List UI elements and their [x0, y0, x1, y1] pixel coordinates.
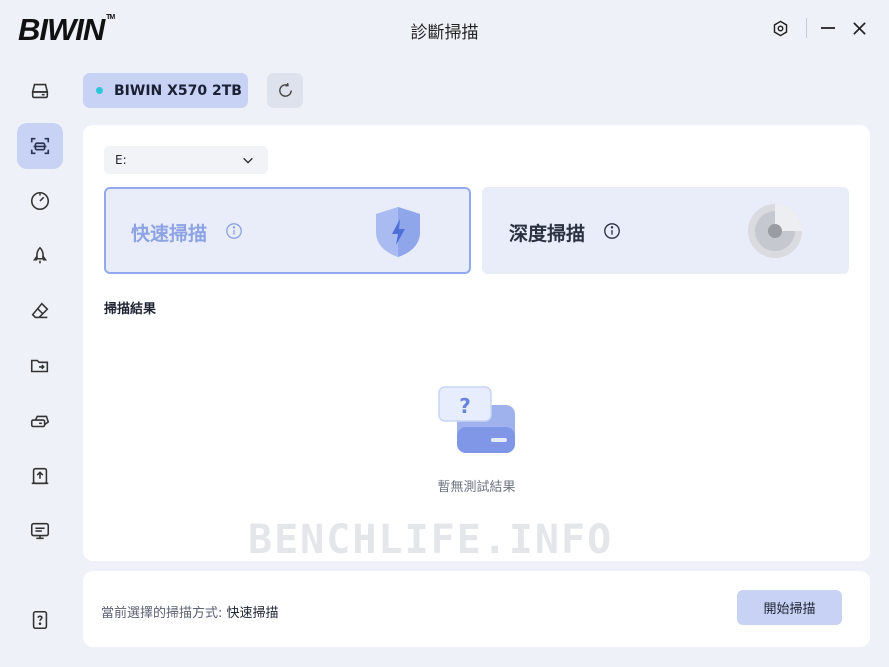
- start-scan-button[interactable]: 開始掃描: [737, 590, 842, 625]
- help-icon: [32, 610, 48, 630]
- sidebar-item-optimize[interactable]: [17, 233, 63, 279]
- device-selector[interactable]: BIWIN X570 2TB: [83, 73, 248, 108]
- current-mode-text: 當前選擇的掃描方式: 快速掃描: [101, 602, 279, 621]
- deep-scan-card[interactable]: 深度掃描: [482, 187, 849, 274]
- gear-icon[interactable]: [768, 16, 792, 40]
- sidebar-item-migrate[interactable]: [17, 343, 63, 389]
- sidebar-item-help[interactable]: [17, 597, 63, 643]
- window-controls-divider: [806, 18, 807, 38]
- sidebar: [0, 56, 80, 667]
- current-mode-label: 當前選擇的掃描方式:: [101, 606, 227, 621]
- shield-lightning-icon: [376, 207, 420, 257]
- title-bar: BIWIN TM 診斷掃描: [0, 0, 889, 56]
- drive-select-value: E:: [115, 153, 127, 167]
- scan-panel: E: 快速掃描 深度掃描 掃描結果 ? 暫無測試結果 BENCHLIFE.INF…: [83, 125, 870, 563]
- svg-text:?: ?: [459, 394, 471, 418]
- minimize-icon[interactable]: [816, 16, 840, 40]
- sidebar-item-firmware[interactable]: [17, 453, 63, 499]
- current-mode-value: 快速掃描: [226, 606, 279, 621]
- speedometer-icon: [30, 191, 50, 211]
- info-icon[interactable]: [225, 222, 243, 240]
- device-status-dot: [96, 87, 103, 94]
- empty-drive-question-icon: ?: [438, 386, 515, 453]
- device-name: BIWIN X570 2TB: [114, 82, 242, 99]
- empty-results-text: 暫無測試結果: [437, 480, 516, 495]
- quick-scan-card[interactable]: 快速掃描: [104, 187, 471, 274]
- radar-disc-icon: [748, 204, 802, 258]
- window-title: 診斷掃描: [410, 23, 479, 43]
- sidebar-item-scan[interactable]: [17, 123, 63, 169]
- monitor-info-icon: [30, 522, 50, 540]
- watermark: BENCHLIFE.INFO: [248, 517, 614, 563]
- footer-bar: 當前選擇的掃描方式: 快速掃描 開始掃描: [83, 571, 870, 647]
- drive-select[interactable]: E:: [104, 146, 268, 174]
- drive-clone-icon: [30, 415, 50, 428]
- quick-scan-label: 快速掃描: [131, 223, 208, 245]
- sidebar-item-drive[interactable]: [17, 68, 63, 114]
- sidebar-item-benchmark[interactable]: [17, 178, 63, 224]
- info-icon[interactable]: [603, 222, 621, 240]
- eraser-icon: [31, 302, 49, 319]
- chevron-down-icon: [243, 157, 253, 164]
- refresh-icon: [278, 82, 292, 97]
- sidebar-item-clone[interactable]: [17, 398, 63, 444]
- folder-transfer-icon: [30, 359, 49, 373]
- deep-scan-label: 深度掃描: [509, 223, 586, 245]
- results-title: 掃描結果: [104, 302, 157, 317]
- close-icon[interactable]: [847, 16, 871, 40]
- sidebar-item-info[interactable]: [17, 508, 63, 554]
- drive-icon: [31, 83, 49, 99]
- scan-icon: [30, 137, 50, 155]
- firmware-update-icon: [31, 467, 49, 485]
- sidebar-item-erase[interactable]: [17, 288, 63, 334]
- refresh-button[interactable]: [267, 73, 303, 108]
- rocket-icon: [32, 246, 48, 264]
